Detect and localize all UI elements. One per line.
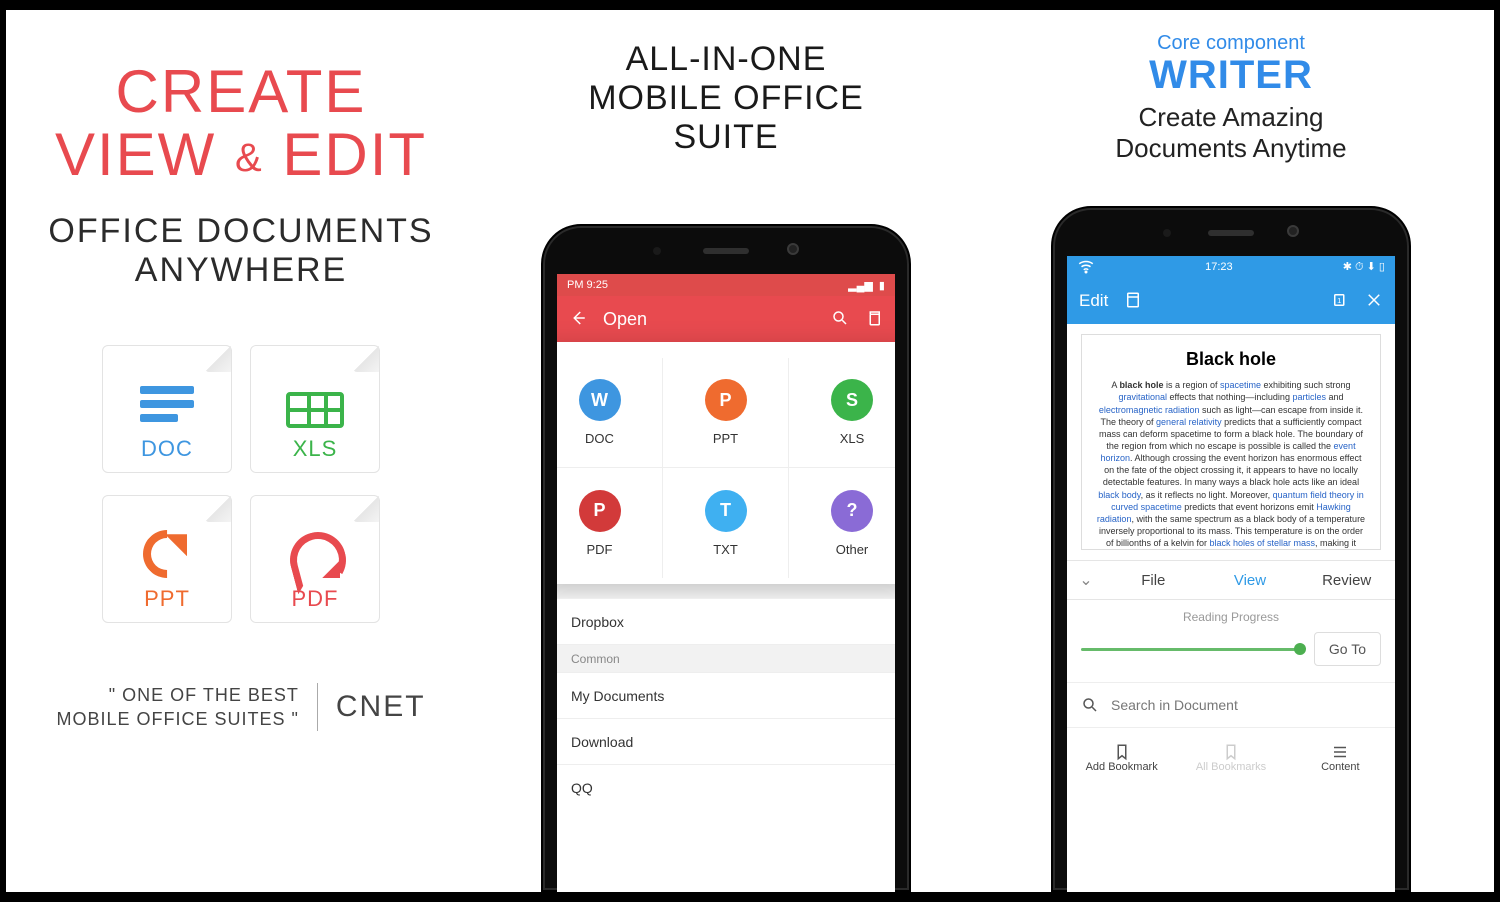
filetype-ppt[interactable]: P PPT	[663, 358, 789, 468]
subheadline: OFFICE DOCUMENTS ANYWHERE	[26, 212, 456, 290]
status-time: PM 9:25	[567, 279, 608, 291]
copy-icon[interactable]	[865, 309, 883, 330]
list-item-download[interactable]: Download	[557, 718, 895, 764]
tab-file[interactable]: File	[1105, 572, 1202, 589]
ppt-icon	[143, 530, 191, 578]
back-icon[interactable]	[569, 309, 587, 330]
list-item-dropbox[interactable]: Dropbox	[557, 598, 895, 644]
bookmark-icon	[1113, 743, 1131, 761]
panel3-subhead: Create Amazing Documents Anytime	[976, 102, 1486, 164]
filetype-pdf[interactable]: P PDF	[557, 468, 663, 578]
filetype-badge: P	[705, 379, 747, 421]
panel2-headline: ALL-IN-ONE MOBILE OFFICE SUITE	[476, 40, 976, 157]
goto-button[interactable]: Go To	[1314, 632, 1381, 666]
phone-frame: 17:23 ✱ ⏱ ⬇ ▯ Edit 1	[1051, 206, 1411, 892]
headline: CREATE VIEW & EDIT	[26, 60, 456, 186]
document-page[interactable]: Black hole A black hole is a region of s…	[1081, 334, 1381, 550]
filetype-label: PPT	[713, 431, 738, 446]
search-placeholder: Search in Document	[1111, 697, 1238, 713]
filetype-txt[interactable]: T TXT	[663, 468, 789, 578]
doc-icon	[140, 380, 194, 428]
panel-writer: Core component WRITER Create Amazing Doc…	[976, 10, 1486, 892]
header-title: Edit	[1079, 291, 1108, 311]
reading-progress: Reading Progress Go To	[1067, 600, 1395, 676]
format-tiles: DOC XLS PPT PDF	[102, 345, 380, 623]
filetype-badge: P	[579, 490, 621, 532]
search-icon[interactable]	[831, 309, 849, 330]
tile-xls: XLS	[250, 345, 380, 473]
bottom-actions: Add Bookmark All Bookmarks Content	[1067, 728, 1395, 788]
phone-frame: PM 9:25 ▂▄▆ ▮ Open	[541, 224, 911, 892]
filetype-doc[interactable]: W DOC	[557, 358, 663, 468]
bookmark-icon	[1222, 743, 1240, 761]
filetype-label: XLS	[840, 431, 865, 446]
tile-label: PPT	[144, 586, 190, 612]
pdf-icon	[290, 532, 340, 578]
tile-ppt: PPT	[102, 495, 232, 623]
core-component-label: Core component	[976, 32, 1486, 55]
doc-body: A black hole is a region of spacetime ex…	[1096, 379, 1366, 550]
action-add-bookmark[interactable]: Add Bookmark	[1067, 728, 1176, 788]
reading-label: Reading Progress	[1081, 610, 1381, 624]
filetype-other[interactable]: ? Other	[789, 468, 895, 578]
app-header: Open	[557, 296, 895, 342]
tile-pdf: PDF	[250, 495, 380, 623]
filetype-label: TXT	[713, 542, 738, 557]
doc-title: Black hole	[1096, 347, 1366, 371]
filetype-badge: ?	[831, 490, 873, 532]
filetype-label: PDF	[587, 542, 613, 557]
filetype-badge: S	[831, 379, 873, 421]
tool-tabs: ⌄ File View Review	[1067, 560, 1395, 600]
app-header: Edit 1	[1067, 278, 1395, 324]
filetype-badge: W	[579, 379, 621, 421]
locations-list: Dropbox Common My Documents Download QQ	[557, 598, 895, 810]
search-in-document[interactable]: Search in Document	[1067, 682, 1395, 728]
action-content[interactable]: Content	[1286, 728, 1395, 788]
list-item-qq[interactable]: QQ	[557, 764, 895, 810]
quote-source: CNET	[336, 690, 426, 724]
status-bar: 17:23 ✱ ⏱ ⬇ ▯	[1067, 256, 1395, 278]
press-quote: " ONE OF THE BEST MOBILE OFFICE SUITES "…	[26, 683, 456, 732]
header-title: Open	[603, 309, 647, 330]
list-item-mydocuments[interactable]: My Documents	[557, 672, 895, 718]
status-icons: ✱ ⏱ ⬇ ▯	[1343, 260, 1385, 274]
panel-all-in-one: ALL-IN-ONE MOBILE OFFICE SUITE PM 9:25 ▂…	[476, 10, 976, 892]
search-icon	[1081, 696, 1099, 714]
pages-icon[interactable]: 1	[1331, 291, 1349, 312]
xls-icon	[286, 392, 344, 428]
list-icon	[1331, 743, 1349, 761]
tile-label: XLS	[293, 436, 338, 462]
filetype-label: Other	[836, 542, 869, 557]
svg-text:1: 1	[1337, 296, 1341, 305]
page-icon[interactable]	[1124, 291, 1142, 312]
action-all-bookmarks: All Bookmarks	[1176, 728, 1285, 788]
tile-label: DOC	[141, 436, 193, 462]
list-section-common: Common	[557, 644, 895, 672]
filetype-label: DOC	[585, 431, 614, 446]
status-bar: PM 9:25 ▂▄▆ ▮	[557, 274, 895, 296]
progress-slider[interactable]	[1081, 648, 1304, 651]
tab-review[interactable]: Review	[1298, 572, 1395, 589]
chevron-down-icon[interactable]: ⌄	[1067, 570, 1105, 590]
filetype-picker: W DOC P PPT S XLS P PDF T TXT? Other	[557, 342, 895, 584]
filetype-xls[interactable]: S XLS	[789, 358, 895, 468]
filetype-badge: T	[705, 490, 747, 532]
status-icons: ▂▄▆ ▮	[848, 279, 885, 292]
writer-label: WRITER	[976, 53, 1486, 98]
close-icon[interactable]	[1365, 291, 1383, 312]
wifi-icon	[1077, 257, 1095, 278]
tab-view[interactable]: View	[1202, 572, 1299, 589]
status-time: 17:23	[1205, 261, 1233, 273]
panel-marketing: CREATE VIEW & EDIT OFFICE DOCUMENTS ANYW…	[6, 10, 476, 892]
tile-doc: DOC	[102, 345, 232, 473]
